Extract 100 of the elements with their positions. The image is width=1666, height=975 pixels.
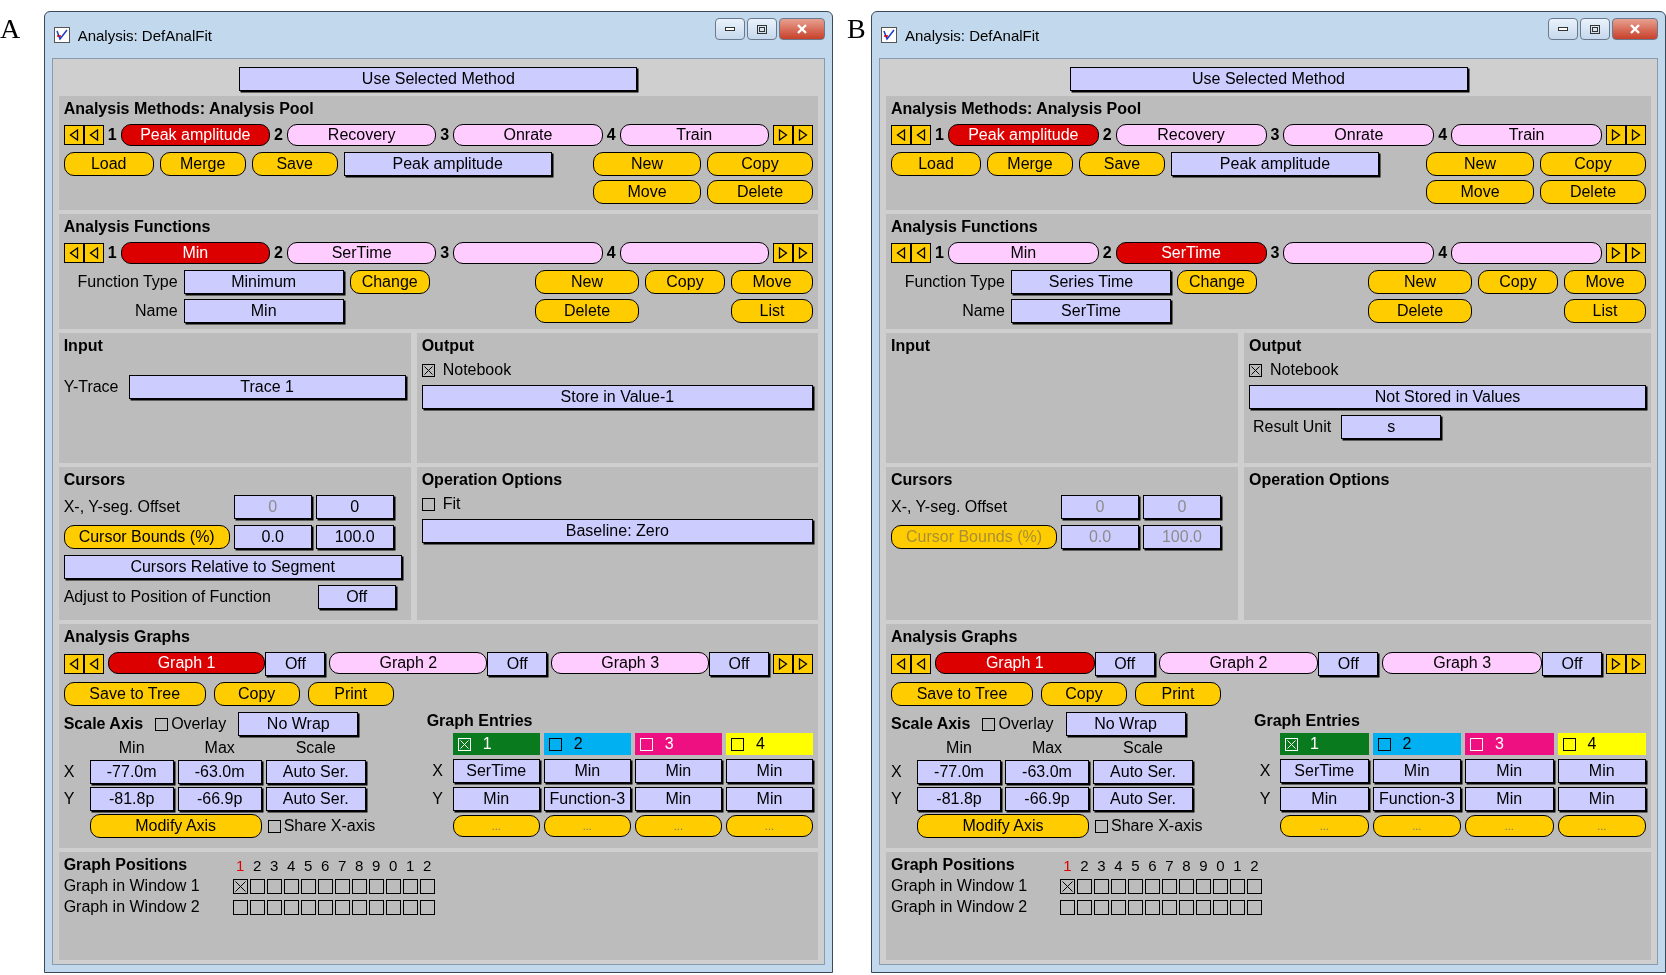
scroll-right-button[interactable]	[793, 243, 813, 263]
checkbox[interactable]	[1249, 363, 1262, 377]
scale-field[interactable]: Auto Ser.	[1093, 787, 1193, 811]
scale-field[interactable]: -77.0m	[917, 760, 1001, 784]
checkbox[interactable]	[267, 819, 281, 833]
scale-field[interactable]: -77.0m	[89, 760, 174, 784]
store-button[interactable]: Store in Value-1	[421, 385, 813, 409]
checkbox[interactable]	[1145, 878, 1160, 894]
entry-y-field[interactable]: Function-3	[1372, 787, 1461, 811]
entry-header[interactable]: 2	[1372, 733, 1461, 755]
entry-header[interactable]: 1	[1280, 733, 1369, 755]
entry-header[interactable]: 1	[452, 733, 540, 755]
checkbox[interactable]	[368, 878, 384, 894]
checkbox[interactable]	[1077, 878, 1092, 894]
checkbox[interactable]	[232, 899, 248, 915]
checkbox[interactable]	[232, 878, 248, 894]
checkbox[interactable]	[351, 899, 367, 915]
entry-header[interactable]: 3	[634, 733, 722, 755]
entry-x-field[interactable]: SerTime	[452, 759, 540, 783]
scroll-left-button[interactable]	[891, 654, 911, 674]
function-tab[interactable]	[619, 242, 769, 264]
function-action-button[interactable]: Move	[1564, 270, 1646, 294]
scale-field[interactable]: -63.0m	[1005, 760, 1089, 784]
checkbox[interactable]	[385, 899, 401, 915]
checkbox[interactable]	[334, 899, 350, 915]
checkbox[interactable]	[1562, 737, 1576, 751]
scroll-right-button[interactable]	[793, 125, 813, 145]
method-name-field[interactable]: Peak amplitude	[343, 152, 552, 176]
checkbox[interactable]	[1230, 899, 1245, 915]
entry-x-field[interactable]: Min	[1557, 759, 1646, 783]
checkbox[interactable]	[1095, 819, 1108, 833]
checkbox[interactable]	[421, 363, 435, 377]
method-action-button[interactable]: Copy	[707, 152, 813, 176]
checkbox[interactable]	[1060, 899, 1075, 915]
checkbox[interactable]	[283, 878, 299, 894]
checkbox[interactable]	[548, 737, 562, 751]
checkbox[interactable]	[249, 878, 265, 894]
function-tab[interactable]: Min	[947, 242, 1099, 264]
scale-field[interactable]: -66.9p	[1005, 787, 1089, 811]
function-action-button[interactable]: New	[535, 270, 639, 294]
function-action-button[interactable]: New	[1368, 270, 1472, 294]
method-tab[interactable]: Train	[1451, 124, 1602, 146]
minimize-button[interactable]	[715, 18, 745, 40]
checkbox[interactable]	[1094, 878, 1109, 894]
checkbox[interactable]	[1230, 878, 1245, 894]
method-action-button[interactable]: Copy	[1540, 152, 1646, 176]
graph-toggle-button[interactable]: Off	[1094, 652, 1155, 676]
checkbox[interactable]	[1179, 878, 1194, 894]
function-action-button[interactable]: Delete	[535, 299, 639, 323]
offset-field[interactable]: 0	[315, 495, 394, 519]
function-tab[interactable]	[1283, 242, 1435, 264]
file-button[interactable]: Load	[63, 152, 154, 176]
close-button[interactable]	[1612, 18, 1658, 40]
entry-header[interactable]: 2	[543, 733, 631, 755]
modify-axis-button[interactable]: Modify Axis	[89, 814, 262, 838]
modify-axis-button[interactable]: Modify Axis	[917, 814, 1089, 838]
graph-action-button[interactable]: Save to Tree	[63, 682, 206, 706]
scale-field[interactable]: -66.9p	[177, 787, 262, 811]
function-tab[interactable]	[453, 242, 603, 264]
scroll-right-button[interactable]	[1626, 654, 1646, 674]
cursor-bounds-button[interactable]: Cursor Bounds (%)	[63, 525, 230, 549]
entry-x-field[interactable]: Min	[543, 759, 631, 783]
checkbox[interactable]	[283, 899, 299, 915]
checkbox[interactable]	[982, 717, 996, 731]
checkbox[interactable]	[1213, 899, 1228, 915]
function-name-field[interactable]: Min	[183, 299, 344, 323]
entry-y-field[interactable]: Min	[1465, 787, 1554, 811]
function-action-button[interactable]: List	[731, 299, 813, 323]
checkbox[interactable]	[419, 878, 435, 894]
scroll-right-button[interactable]	[773, 654, 793, 674]
file-button[interactable]: Save	[251, 152, 338, 176]
checkbox[interactable]	[1111, 878, 1126, 894]
graph-toggle-button[interactable]: Off	[709, 652, 769, 676]
minimize-button[interactable]	[1548, 18, 1578, 40]
checkbox[interactable]	[1196, 878, 1211, 894]
function-tab[interactable]: SerTime	[286, 242, 437, 264]
entry-header[interactable]: 4	[1557, 733, 1646, 755]
entry-header[interactable]: 3	[1465, 733, 1554, 755]
scroll-left-button[interactable]	[891, 243, 911, 263]
scroll-left-button[interactable]	[911, 125, 931, 145]
graph-tab[interactable]: Graph 1	[935, 652, 1095, 674]
function-type-field[interactable]: Minimum	[183, 270, 344, 294]
wrap-button[interactable]: No Wrap	[1065, 712, 1186, 736]
checkbox[interactable]	[1145, 899, 1160, 915]
graph-action-button[interactable]: Copy	[1041, 682, 1127, 706]
checkbox[interactable]	[402, 878, 418, 894]
method-action-button[interactable]: New	[1426, 152, 1534, 176]
scroll-right-button[interactable]	[773, 125, 793, 145]
graph-action-button[interactable]: Save to Tree	[891, 682, 1033, 706]
checkbox[interactable]	[155, 717, 169, 731]
function-action-button[interactable]: Move	[731, 270, 813, 294]
scale-field[interactable]: Auto Ser.	[265, 760, 366, 784]
method-tab[interactable]: Recovery	[1115, 124, 1267, 146]
method-tab[interactable]: Train	[619, 124, 769, 146]
graph-toggle-button[interactable]: Off	[487, 652, 548, 676]
method-tab[interactable]: Recovery	[286, 124, 437, 146]
checkbox[interactable]	[1196, 899, 1211, 915]
checkbox[interactable]	[730, 737, 744, 751]
maximize-button[interactable]	[1580, 18, 1610, 40]
function-action-button[interactable]: Delete	[1368, 299, 1472, 323]
